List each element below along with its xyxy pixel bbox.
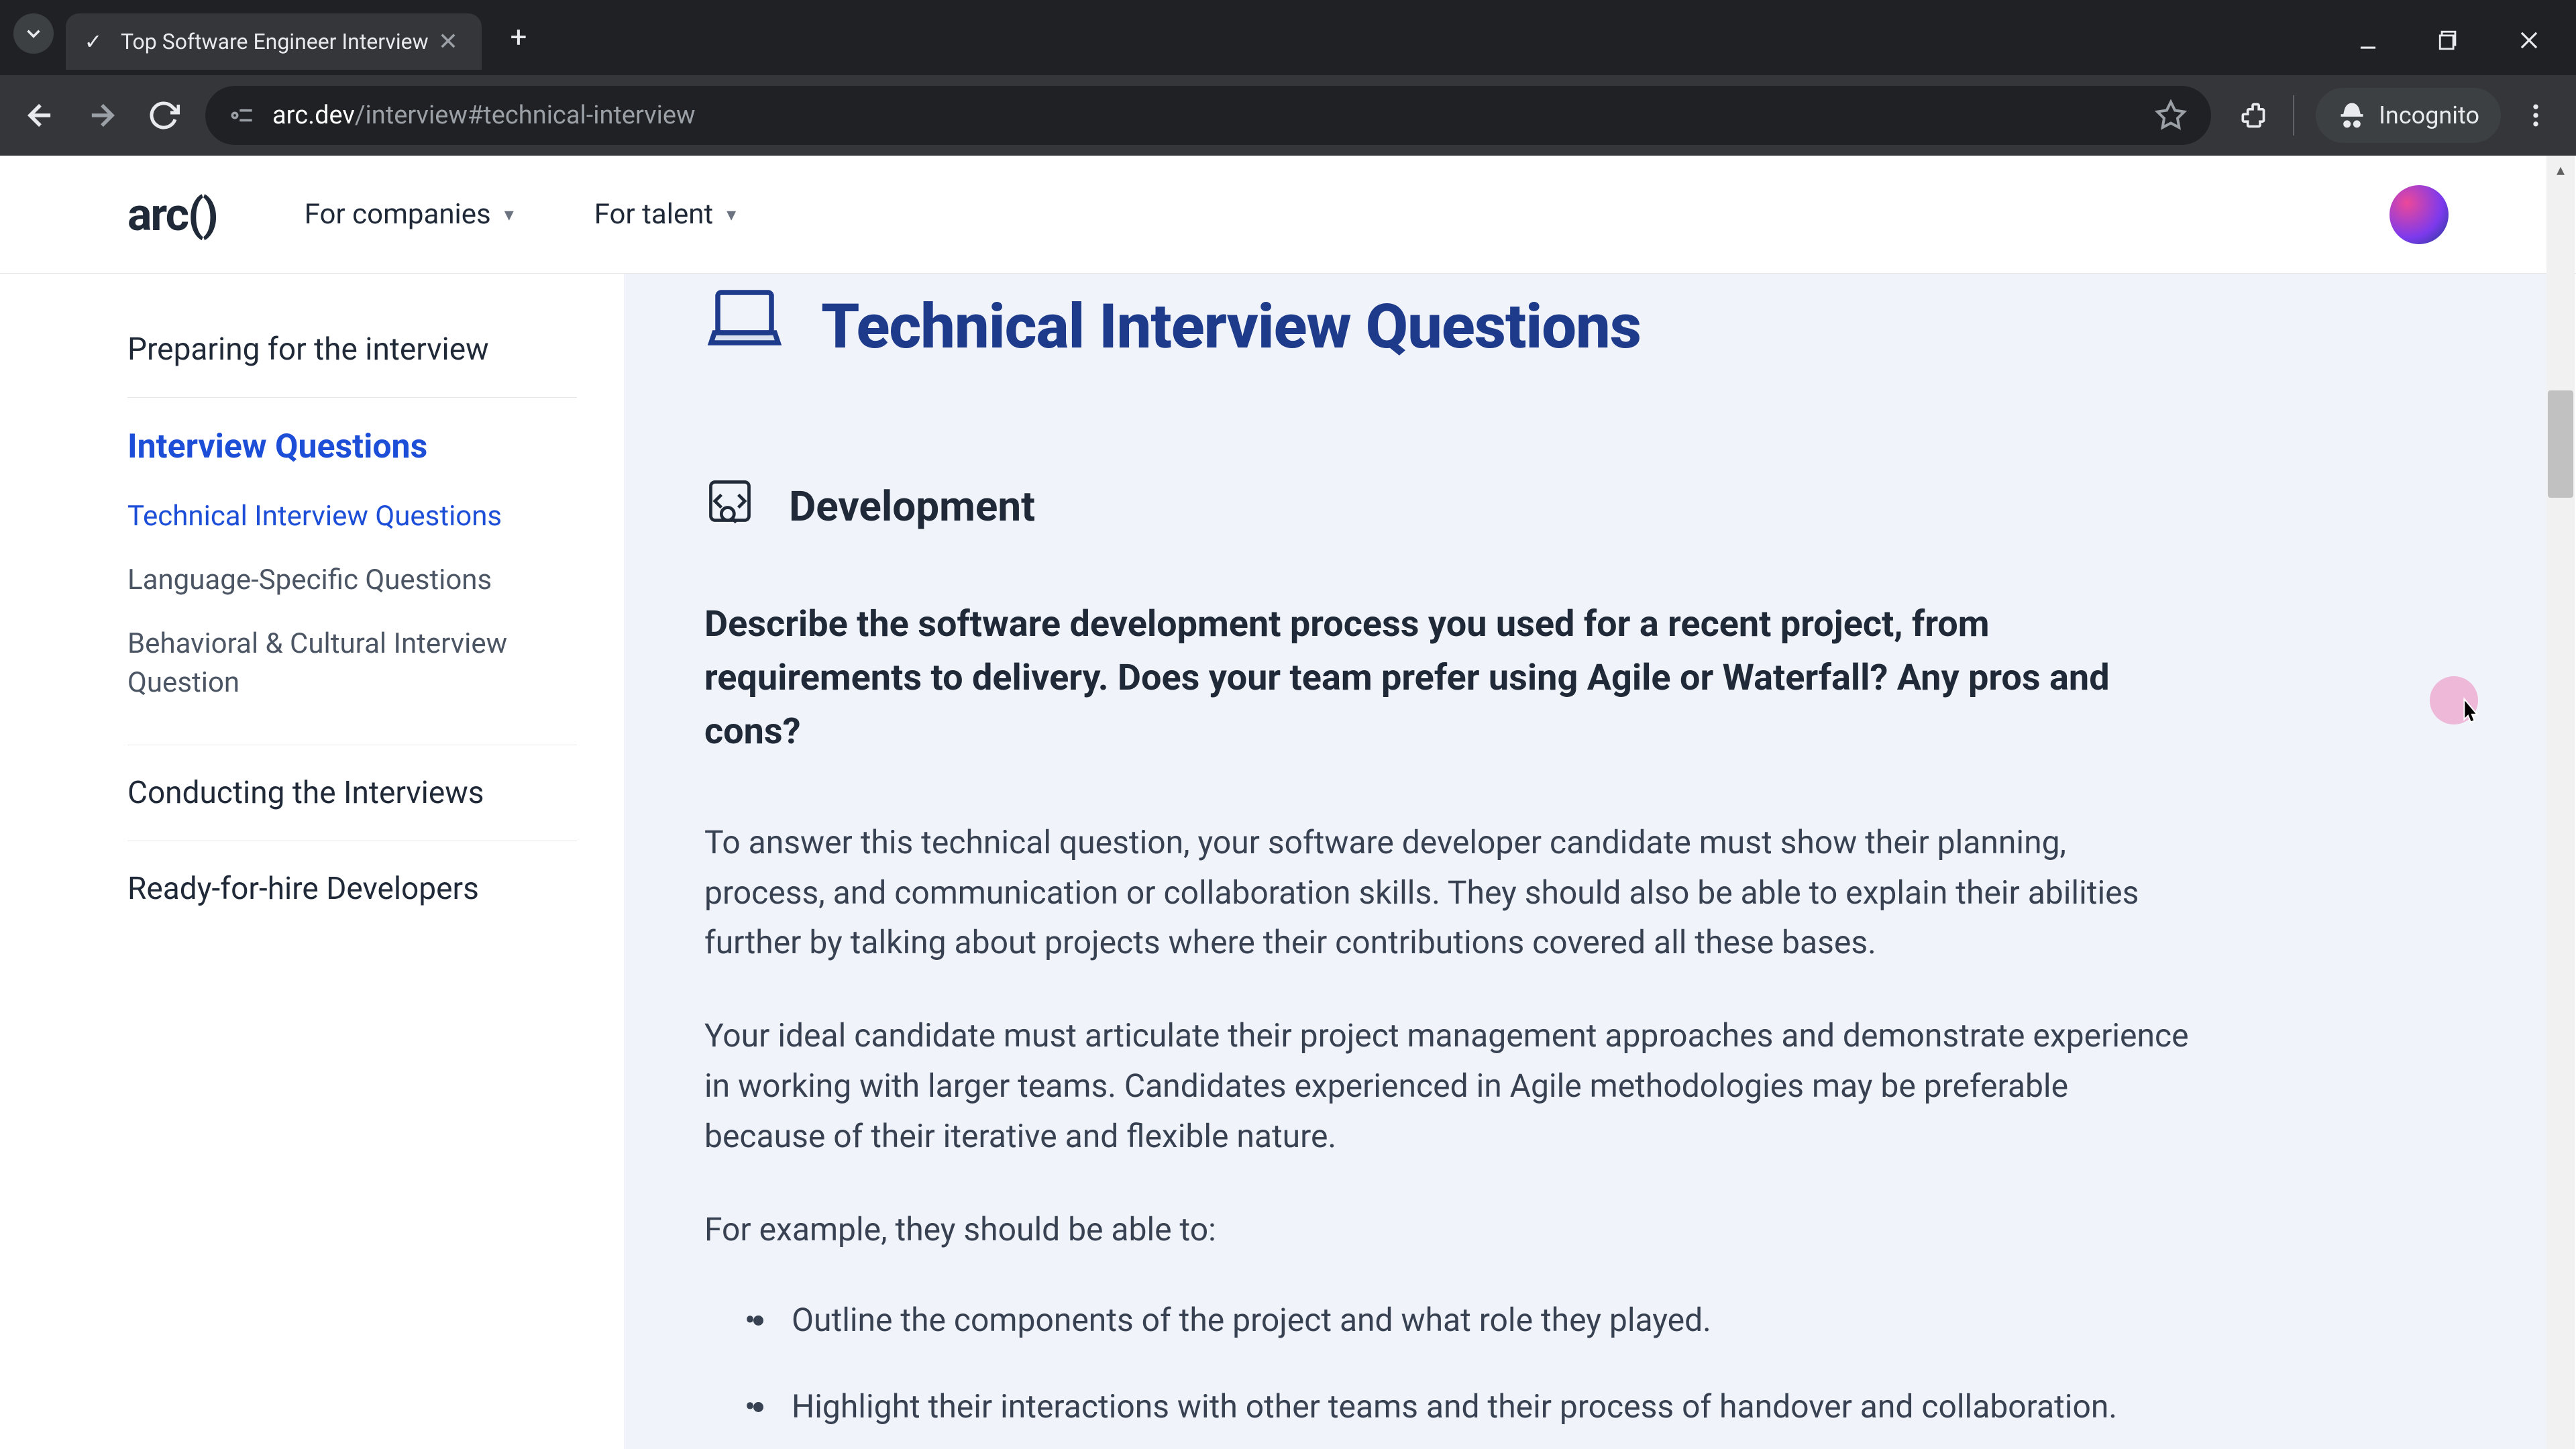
reload-button[interactable] bbox=[137, 89, 191, 142]
new-tab-button[interactable]: + bbox=[495, 13, 542, 60]
bullet-list: Outline the components of the project an… bbox=[704, 1295, 2439, 1449]
page-title-text: Technical Interview Questions bbox=[821, 291, 1641, 363]
content-area: Preparing for the interview Interview Qu… bbox=[0, 274, 2576, 1449]
window-controls bbox=[2328, 13, 2576, 67]
site-header: arc() For companies ▾ For talent ▾ bbox=[0, 156, 2576, 274]
site-info-icon[interactable] bbox=[225, 99, 259, 132]
browser-toolbar: arc.dev/interview#technical-interview In… bbox=[0, 75, 2576, 156]
browser-menu-button[interactable] bbox=[2509, 89, 2563, 142]
incognito-indicator[interactable]: Incognito bbox=[2316, 88, 2501, 143]
bookmark-icon[interactable] bbox=[2151, 95, 2191, 136]
close-window-button[interactable] bbox=[2489, 13, 2569, 67]
page-viewport: arc() For companies ▾ For talent ▾ Prepa… bbox=[0, 156, 2576, 1449]
section-title-text: Development bbox=[789, 482, 1035, 531]
code-search-icon bbox=[704, 476, 755, 537]
primary-nav: For companies ▾ For talent ▾ bbox=[305, 198, 736, 231]
maximize-button[interactable] bbox=[2408, 13, 2489, 67]
sidebar-item-ready[interactable]: Ready-for-hire Developers bbox=[127, 841, 577, 936]
site-logo[interactable]: arc() bbox=[127, 188, 217, 241]
scrollbar-track[interactable] bbox=[2546, 156, 2575, 1449]
extensions-button[interactable] bbox=[2226, 89, 2279, 142]
list-item: Highlight their interactions with other … bbox=[778, 1382, 2187, 1432]
sub-item-technical[interactable]: Technical Interview Questions bbox=[127, 485, 577, 549]
incognito-label: Incognito bbox=[2379, 101, 2479, 129]
tab-close-button[interactable]: ✕ bbox=[435, 28, 462, 55]
minimize-button[interactable] bbox=[2328, 13, 2408, 67]
tab-search-button[interactable] bbox=[13, 13, 54, 54]
back-button[interactable] bbox=[13, 89, 67, 142]
scrollbar-thumb[interactable] bbox=[2548, 390, 2573, 498]
cursor-pointer-icon bbox=[2454, 696, 2485, 736]
main-content: Technical Interview Questions Developmen… bbox=[624, 274, 2546, 1449]
answer-paragraph: To answer this technical question, your … bbox=[704, 818, 2194, 969]
address-bar[interactable]: arc.dev/interview#technical-interview bbox=[205, 86, 2211, 145]
nav-label: For talent bbox=[594, 198, 713, 231]
sidebar-item-preparing[interactable]: Preparing for the interview bbox=[127, 302, 577, 398]
nav-for-talent[interactable]: For talent ▾ bbox=[594, 198, 736, 231]
interview-question: Describe the software development proces… bbox=[704, 598, 2167, 759]
chevron-down-icon: ▾ bbox=[727, 203, 736, 225]
answer-paragraph: For example, they should be able to: bbox=[704, 1205, 2194, 1255]
scroll-up-arrow-icon[interactable]: ▴ bbox=[2548, 157, 2573, 182]
forward-button[interactable] bbox=[75, 89, 129, 142]
user-avatar[interactable] bbox=[2390, 185, 2449, 244]
section-title: Development bbox=[704, 476, 2439, 537]
laptop-icon bbox=[704, 279, 785, 375]
tab-title: Top Software Engineer Interview bbox=[121, 29, 429, 54]
url-text: arc.dev/interview#technical-interview bbox=[272, 101, 2144, 130]
sidebar-subnav: Technical Interview Questions Language-S… bbox=[127, 485, 577, 745]
page-title: Technical Interview Questions bbox=[704, 274, 2439, 375]
toolbar-separator bbox=[2293, 95, 2294, 136]
sidebar-item-conducting[interactable]: Conducting the Interviews bbox=[127, 745, 577, 841]
nav-label: For companies bbox=[305, 198, 491, 231]
sub-item-behavioral[interactable]: Behavioral & Cultural Interview Question bbox=[127, 612, 577, 716]
sidebar-item-interview-questions[interactable]: Interview Questions bbox=[127, 398, 577, 485]
chevron-down-icon: ▾ bbox=[504, 203, 514, 225]
sub-item-language[interactable]: Language-Specific Questions bbox=[127, 549, 577, 612]
nav-for-companies[interactable]: For companies ▾ bbox=[305, 198, 514, 231]
browser-tab[interactable]: ✓ Top Software Engineer Interview ✕ bbox=[66, 13, 482, 70]
sidebar-nav: Preparing for the interview Interview Qu… bbox=[127, 274, 624, 1449]
browser-titlebar: ✓ Top Software Engineer Interview ✕ + bbox=[0, 0, 2576, 75]
list-item: Outline the components of the project an… bbox=[778, 1295, 2187, 1346]
tab-favicon-icon: ✓ bbox=[79, 28, 107, 56]
answer-paragraph: Your ideal candidate must articulate the… bbox=[704, 1011, 2194, 1162]
